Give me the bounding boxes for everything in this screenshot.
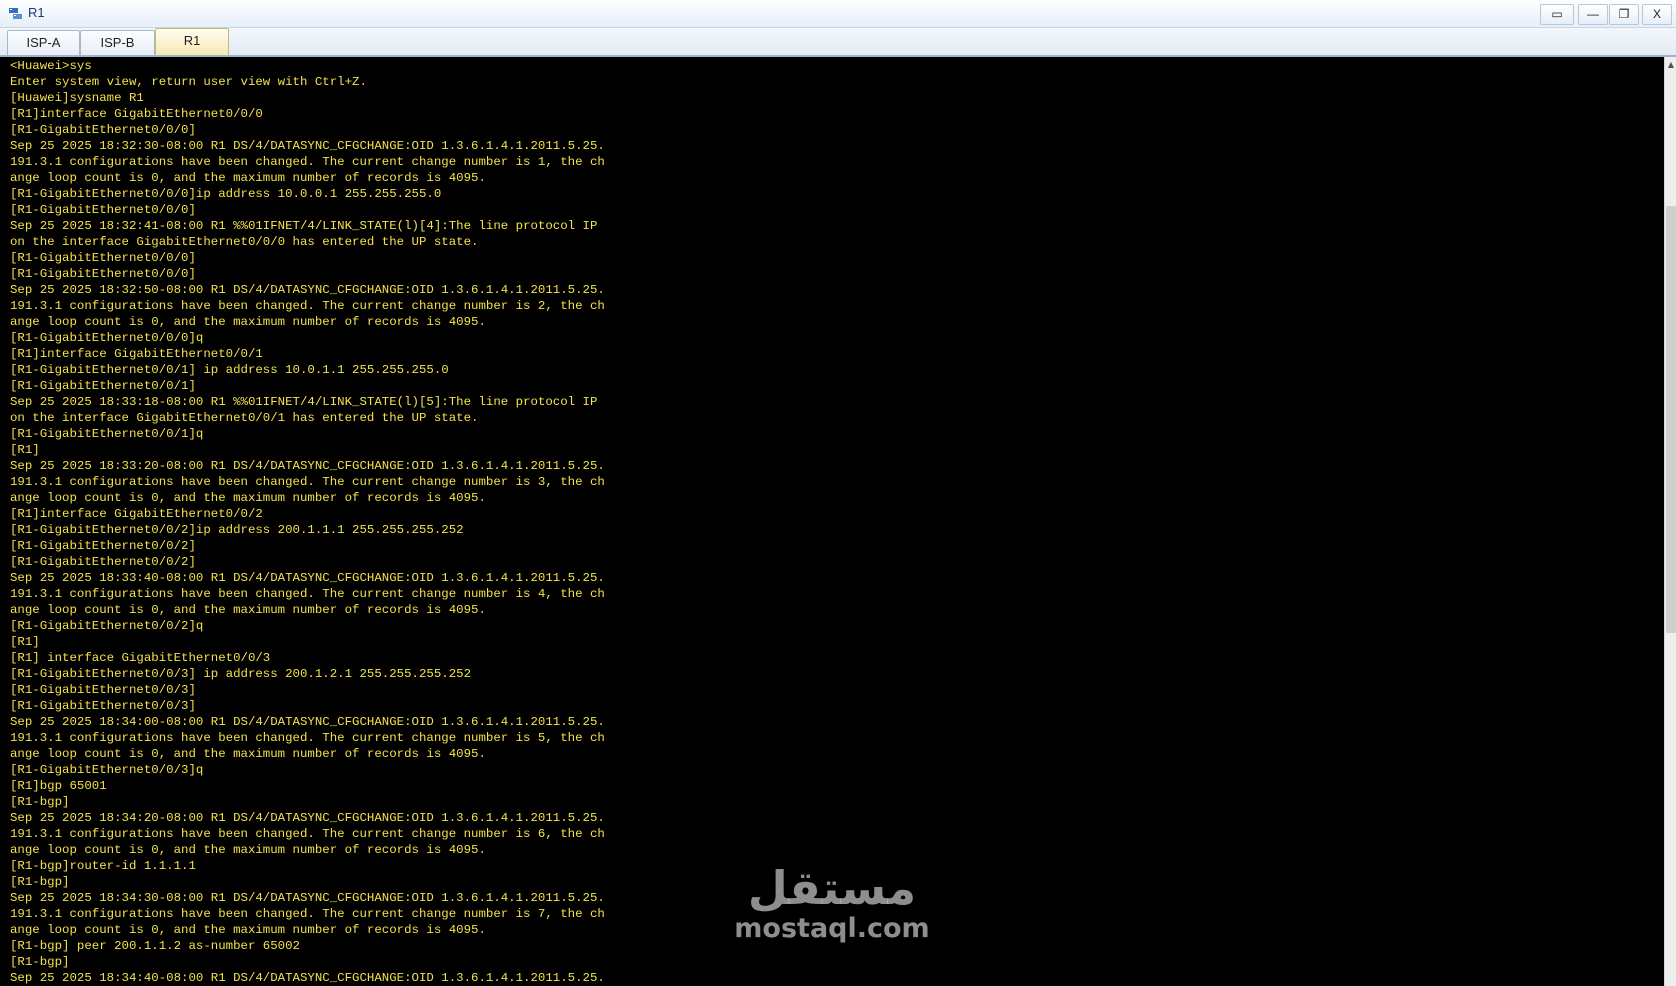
terminal-line: [R1]interface GigabitEthernet0/0/0: [10, 107, 263, 121]
terminal-line: 191.3.1 configurations have been changed…: [10, 907, 605, 921]
terminal-line: [R1]interface GigabitEthernet0/0/2: [10, 507, 263, 521]
restore-small-button[interactable]: ▭: [1540, 4, 1574, 25]
terminal-line: Sep 25 2025 18:34:40-08:00 R1 DS/4/DATAS…: [10, 971, 605, 985]
terminal-line: ange loop count is 0, and the maximum nu…: [10, 843, 486, 857]
title-bar: R1 ▭ — ❐ X: [0, 0, 1676, 28]
terminal-line: Sep 25 2025 18:33:18-08:00 R1 %%01IFNET/…: [10, 395, 598, 409]
terminal-line: ange loop count is 0, and the maximum nu…: [10, 603, 486, 617]
tab-bar: ISP-A ISP-B R1: [0, 28, 1676, 57]
terminal-line: [R1-GigabitEthernet0/0/0]: [10, 203, 196, 217]
terminal-line: [R1]: [10, 635, 40, 649]
terminal-line: [R1-GigabitEthernet0/0/2]q: [10, 619, 204, 633]
terminal-line: [R1-GigabitEthernet0/0/1]q: [10, 427, 204, 441]
terminal-line: [R1-GigabitEthernet0/0/3] ip address 200…: [10, 667, 472, 681]
terminal-line: ange loop count is 0, and the maximum nu…: [10, 315, 486, 329]
close-button[interactable]: X: [1642, 4, 1672, 25]
tab-isp-b[interactable]: ISP-B: [80, 30, 155, 55]
terminal-line: [Huawei]sysname R1: [10, 91, 144, 105]
terminal-line: [R1-bgp]: [10, 795, 70, 809]
terminal-line: [R1-GigabitEthernet0/0/2]ip address 200.…: [10, 523, 464, 537]
terminal-line: Enter system view, return user view with…: [10, 75, 367, 89]
terminal-line: ange loop count is 0, and the maximum nu…: [10, 491, 486, 505]
terminal-line: 191.3.1 configurations have been changed…: [10, 155, 605, 169]
network-device-icon: [9, 8, 22, 19]
terminal-line: [R1-GigabitEthernet0/0/0]: [10, 267, 196, 281]
terminal-line: [R1-GigabitEthernet0/0/0]ip address 10.0…: [10, 187, 442, 201]
terminal-line: [R1-GigabitEthernet0/0/2]: [10, 555, 196, 569]
terminal-console[interactable]: <Huawei>sys Enter system view, return use…: [0, 57, 1664, 986]
terminal-line: [R1-bgp]router-id 1.1.1.1: [10, 859, 196, 873]
terminal-line: Sep 25 2025 18:33:40-08:00 R1 DS/4/DATAS…: [10, 571, 605, 585]
scroll-thumb[interactable]: [1666, 206, 1676, 633]
terminal-line: Sep 25 2025 18:32:50-08:00 R1 DS/4/DATAS…: [10, 283, 605, 297]
terminal-line: [R1-GigabitEthernet0/0/3]q: [10, 763, 204, 777]
terminal-line: [R1-GigabitEthernet0/0/0]: [10, 251, 196, 265]
terminal-line: <Huawei>sys: [10, 59, 92, 73]
terminal-line: 191.3.1 configurations have been changed…: [10, 731, 605, 745]
terminal-line: 191.3.1 configurations have been changed…: [10, 827, 605, 841]
terminal-line: ange loop count is 0, and the maximum nu…: [10, 747, 486, 761]
terminal-line: [R1-GigabitEthernet0/0/1]: [10, 379, 196, 393]
terminal-line: [R1]interface GigabitEthernet0/0/1: [10, 347, 263, 361]
terminal-output: <Huawei>sys Enter system view, return use…: [10, 58, 605, 986]
terminal-line: 191.3.1 configurations have been changed…: [10, 475, 605, 489]
tab-r1[interactable]: R1: [155, 28, 229, 55]
terminal-line: [R1-GigabitEthernet0/0/1] ip address 10.…: [10, 363, 449, 377]
terminal-line: Sep 25 2025 18:32:30-08:00 R1 DS/4/DATAS…: [10, 139, 605, 153]
terminal-line: [R1-GigabitEthernet0/0/0]q: [10, 331, 204, 345]
terminal-line: Sep 25 2025 18:34:20-08:00 R1 DS/4/DATAS…: [10, 811, 605, 825]
terminal-line: Sep 25 2025 18:33:20-08:00 R1 DS/4/DATAS…: [10, 459, 605, 473]
terminal-line: Sep 25 2025 18:34:00-08:00 R1 DS/4/DATAS…: [10, 715, 605, 729]
tab-isp-a[interactable]: ISP-A: [7, 30, 80, 55]
terminal-line: [R1-bgp] peer 200.1.1.2 as-number 65002: [10, 939, 300, 953]
minimize-button[interactable]: —: [1578, 4, 1608, 25]
terminal-line: [R1-GigabitEthernet0/0/2]: [10, 539, 196, 553]
terminal-line: [R1-bgp]: [10, 875, 70, 889]
terminal-line: [R1-GigabitEthernet0/0/0]: [10, 123, 196, 137]
terminal-line: [R1-bgp]: [10, 955, 70, 969]
scroll-up-arrow-icon[interactable]: ▲: [1665, 59, 1676, 71]
terminal-line: Sep 25 2025 18:34:30-08:00 R1 DS/4/DATAS…: [10, 891, 605, 905]
terminal-line: ange loop count is 0, and the maximum nu…: [10, 923, 486, 937]
terminal-line: 191.3.1 configurations have been changed…: [10, 587, 605, 601]
window-title: R1: [28, 5, 45, 20]
terminal-window: R1 ▭ — ❐ X ISP-A ISP-B R1 <Huawei>sys Ent…: [0, 0, 1676, 986]
terminal-line: [R1-GigabitEthernet0/0/3]: [10, 683, 196, 697]
terminal-line: on the interface GigabitEthernet0/0/1 ha…: [10, 411, 479, 425]
terminal-line: [R1-GigabitEthernet0/0/3]: [10, 699, 196, 713]
terminal-line: [R1] interface GigabitEthernet0/0/3: [10, 651, 271, 665]
terminal-line: on the interface GigabitEthernet0/0/0 ha…: [10, 235, 479, 249]
terminal-line: Sep 25 2025 18:32:41-08:00 R1 %%01IFNET/…: [10, 219, 598, 233]
terminal-line: [R1]bgp 65001: [10, 779, 107, 793]
terminal-line: 191.3.1 configurations have been changed…: [10, 299, 605, 313]
terminal-line: [R1]: [10, 443, 40, 457]
terminal-line: ange loop count is 0, and the maximum nu…: [10, 171, 486, 185]
vertical-scrollbar[interactable]: ▲: [1664, 57, 1676, 986]
maximize-button[interactable]: ❐: [1609, 4, 1639, 25]
